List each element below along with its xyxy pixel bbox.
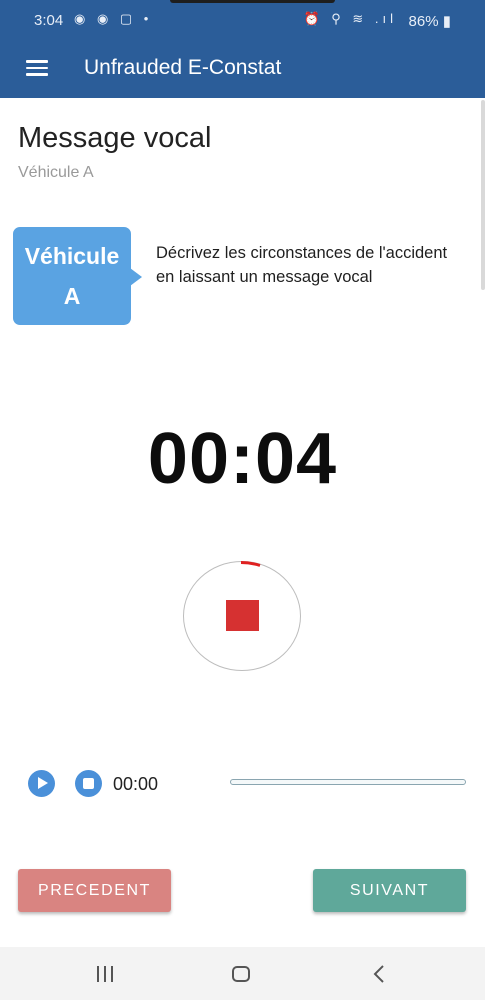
app-bar: Unfrauded E-Constat [0, 40, 485, 98]
camera-notch [170, 0, 335, 3]
status-time: 3:04 [34, 12, 64, 29]
home-icon[interactable] [232, 966, 250, 982]
previous-button[interactable]: PRECEDENT [18, 869, 171, 912]
top-bar: 3:04 ◉ ◉ ▢ • ⏰ ⚲ ≋ .ıl 86% ▮ Unfrauded E… [0, 0, 485, 98]
vehicle-badge-letter: A [63, 283, 81, 309]
system-nav-bar [0, 947, 485, 1000]
system-status-icons: ⏰ ⚲ ≋ .ıl [303, 11, 397, 26]
recording-timer: 00:04 [147, 419, 338, 499]
battery-charging-icon: ▮ [442, 13, 451, 30]
page-title: Message vocal [18, 122, 212, 154]
page-subtitle: Véhicule A [18, 164, 94, 181]
recents-icon[interactable] [97, 966, 115, 982]
app-title: Unfrauded E-Constat [84, 56, 282, 79]
scroll-indicator[interactable] [481, 100, 485, 290]
play-icon[interactable] [28, 770, 55, 797]
playback-time: 00:00 [113, 774, 159, 794]
back-icon[interactable] [372, 964, 386, 984]
vehicle-badge: Véhicule A [13, 227, 142, 325]
instructions-text: Décrivez les circonstances de l'accident… [156, 244, 448, 286]
status-bar: 3:04 ◉ ◉ ▢ • ⏰ ⚲ ≋ .ıl 86% ▮ [0, 0, 485, 40]
battery-level: 86% ▮ [408, 13, 451, 30]
stop-square-icon[interactable] [226, 600, 259, 631]
vehicle-badge-label: Véhicule [24, 243, 120, 269]
playback-seekbar[interactable] [230, 779, 466, 785]
next-button[interactable]: SUIVANT [313, 869, 466, 912]
notification-icons: ◉ ◉ ▢ • [74, 11, 153, 26]
menu-icon[interactable] [26, 60, 48, 76]
stop-icon[interactable] [75, 770, 102, 797]
